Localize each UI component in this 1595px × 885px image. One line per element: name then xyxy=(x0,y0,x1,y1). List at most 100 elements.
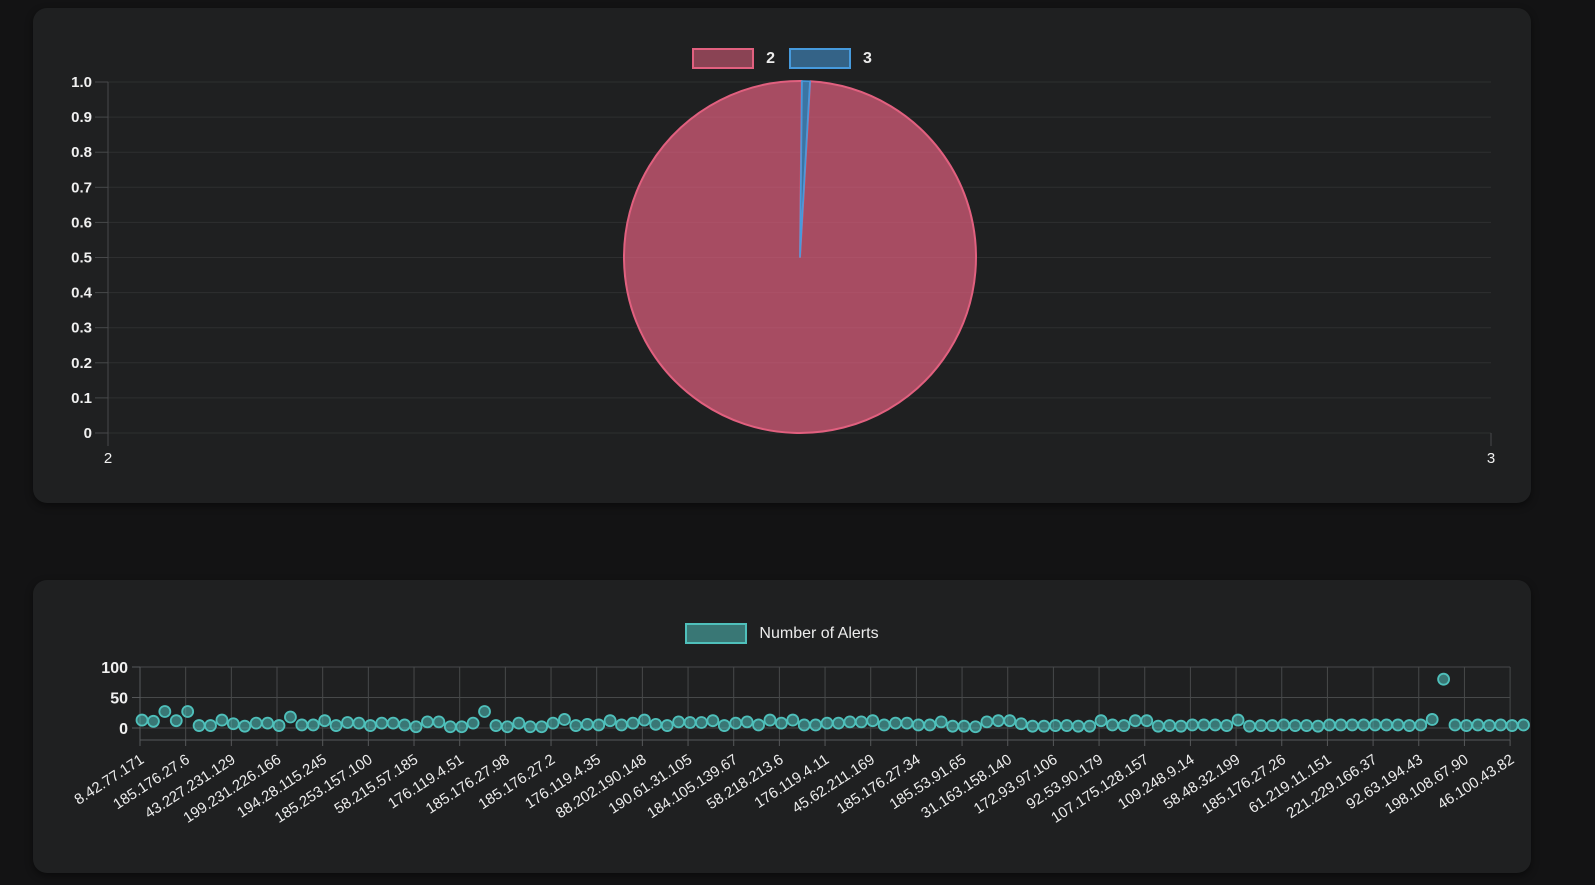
scatter-point[interactable] xyxy=(911,718,925,732)
scatter-point[interactable] xyxy=(1026,719,1039,733)
scatter-point[interactable] xyxy=(169,714,183,728)
scatter-point[interactable] xyxy=(1482,719,1496,732)
scatter-point[interactable] xyxy=(1323,718,1336,732)
scatter-point[interactable] xyxy=(866,714,880,728)
scatter-point[interactable] xyxy=(215,713,229,727)
scatter-point[interactable] xyxy=(1197,718,1211,732)
scatter-point[interactable] xyxy=(261,716,274,730)
scatter-point[interactable] xyxy=(923,718,937,732)
scatter-point[interactable] xyxy=(729,716,743,730)
scatter-point[interactable] xyxy=(809,718,823,732)
scatter-point[interactable] xyxy=(889,716,902,730)
scatter-point[interactable] xyxy=(1140,714,1154,728)
scatter-point[interactable] xyxy=(1186,718,1199,732)
scatter-point[interactable] xyxy=(580,717,594,731)
scatter-point[interactable] xyxy=(558,713,571,726)
scatter-point[interactable] xyxy=(443,720,457,734)
scatter-point[interactable] xyxy=(1460,719,1473,732)
scatter-point[interactable] xyxy=(512,716,526,730)
scatter-point[interactable] xyxy=(592,718,606,732)
scatter-point[interactable] xyxy=(1094,714,1108,728)
scatter-point[interactable] xyxy=(1037,719,1051,733)
scatter-point[interactable] xyxy=(683,716,697,729)
scatter-point[interactable] xyxy=(466,716,480,730)
scatter-point[interactable] xyxy=(1265,719,1279,732)
scatter-point[interactable] xyxy=(832,716,845,730)
scatter-point[interactable] xyxy=(535,720,549,734)
scatter-point[interactable] xyxy=(969,720,982,734)
scatter-point[interactable] xyxy=(1505,719,1519,732)
scatter-point[interactable] xyxy=(1311,719,1325,733)
scatter-point[interactable] xyxy=(329,719,343,732)
scatter-point[interactable] xyxy=(752,718,765,732)
scatter-point[interactable] xyxy=(1220,719,1234,732)
scatter-point[interactable] xyxy=(1425,713,1439,726)
scatter-point[interactable] xyxy=(1402,719,1416,732)
scatter-point[interactable] xyxy=(1437,672,1450,686)
scatter-point[interactable] xyxy=(1243,719,1256,733)
scatter-point[interactable] xyxy=(820,716,834,730)
scatter-point[interactable] xyxy=(238,719,252,733)
scatter-point[interactable] xyxy=(900,716,914,730)
scatter-point[interactable] xyxy=(284,710,297,724)
scatter-point[interactable] xyxy=(398,718,412,732)
scatter-point[interactable] xyxy=(455,720,469,734)
scatter-point[interactable] xyxy=(421,715,434,729)
scatter-point[interactable] xyxy=(135,713,149,727)
scatter-point[interactable] xyxy=(1151,719,1165,733)
scatter-point[interactable] xyxy=(1300,719,1313,732)
scatter-point[interactable] xyxy=(774,716,788,730)
scatter-point[interactable] xyxy=(717,719,731,732)
scatter-point[interactable] xyxy=(295,718,309,732)
scatter-point[interactable] xyxy=(603,714,617,728)
scatter-point[interactable] xyxy=(957,719,971,733)
scatter-point[interactable] xyxy=(204,719,217,732)
scatter-point[interactable] xyxy=(797,718,811,732)
scatter-point[interactable] xyxy=(740,715,754,729)
scatter-point[interactable] xyxy=(877,718,891,732)
scatter-point[interactable] xyxy=(637,713,651,727)
scatter-point[interactable] xyxy=(706,714,720,728)
scatter-point[interactable] xyxy=(1357,718,1371,732)
scatter-point[interactable] xyxy=(1414,718,1428,732)
scatter-point[interactable] xyxy=(980,715,994,729)
scatter-point[interactable] xyxy=(1083,719,1097,733)
scatter-point[interactable] xyxy=(192,719,206,732)
scatter-point[interactable] xyxy=(546,716,560,730)
scatter-point[interactable] xyxy=(569,719,583,732)
scatter-point[interactable] xyxy=(386,716,400,730)
scatter-point[interactable] xyxy=(1117,719,1131,732)
scatter-point[interactable] xyxy=(1368,718,1382,732)
scatter-point[interactable] xyxy=(272,719,286,732)
scatter-point[interactable] xyxy=(1277,718,1291,732)
scatter-point[interactable] xyxy=(1231,713,1245,727)
scatter-point[interactable] xyxy=(226,717,240,731)
scatter-point[interactable] xyxy=(672,715,686,729)
scatter-point[interactable] xyxy=(1494,718,1508,732)
scatter-point[interactable] xyxy=(1071,719,1085,733)
scatter-point[interactable] xyxy=(786,713,800,727)
scatter-point[interactable] xyxy=(375,716,389,730)
scatter-point[interactable] xyxy=(409,720,423,734)
scatter-point[interactable] xyxy=(1334,718,1348,732)
scatter-point[interactable] xyxy=(181,705,195,718)
scatter-point[interactable] xyxy=(147,714,160,728)
scatter-point[interactable] xyxy=(1163,719,1176,732)
scatter-point[interactable] xyxy=(1208,718,1222,732)
scatter-point[interactable] xyxy=(318,714,332,728)
scatter-point[interactable] xyxy=(854,715,868,729)
scatter-point[interactable] xyxy=(432,715,446,729)
scatter-point[interactable] xyxy=(352,716,366,730)
scatter-point[interactable] xyxy=(523,720,537,734)
scatter-point[interactable] xyxy=(1517,718,1530,732)
scatter-point[interactable] xyxy=(1254,719,1268,732)
scatter-point[interactable] xyxy=(615,718,628,732)
scatter-point[interactable] xyxy=(934,715,948,729)
scatter-point[interactable] xyxy=(1049,719,1062,732)
scatter-point[interactable] xyxy=(306,718,320,732)
scatter-point[interactable] xyxy=(626,716,640,730)
scatter-point[interactable] xyxy=(478,705,491,718)
scatter-point[interactable] xyxy=(843,715,857,729)
scatter-point[interactable] xyxy=(341,716,354,729)
scatter-point[interactable] xyxy=(1380,718,1393,732)
